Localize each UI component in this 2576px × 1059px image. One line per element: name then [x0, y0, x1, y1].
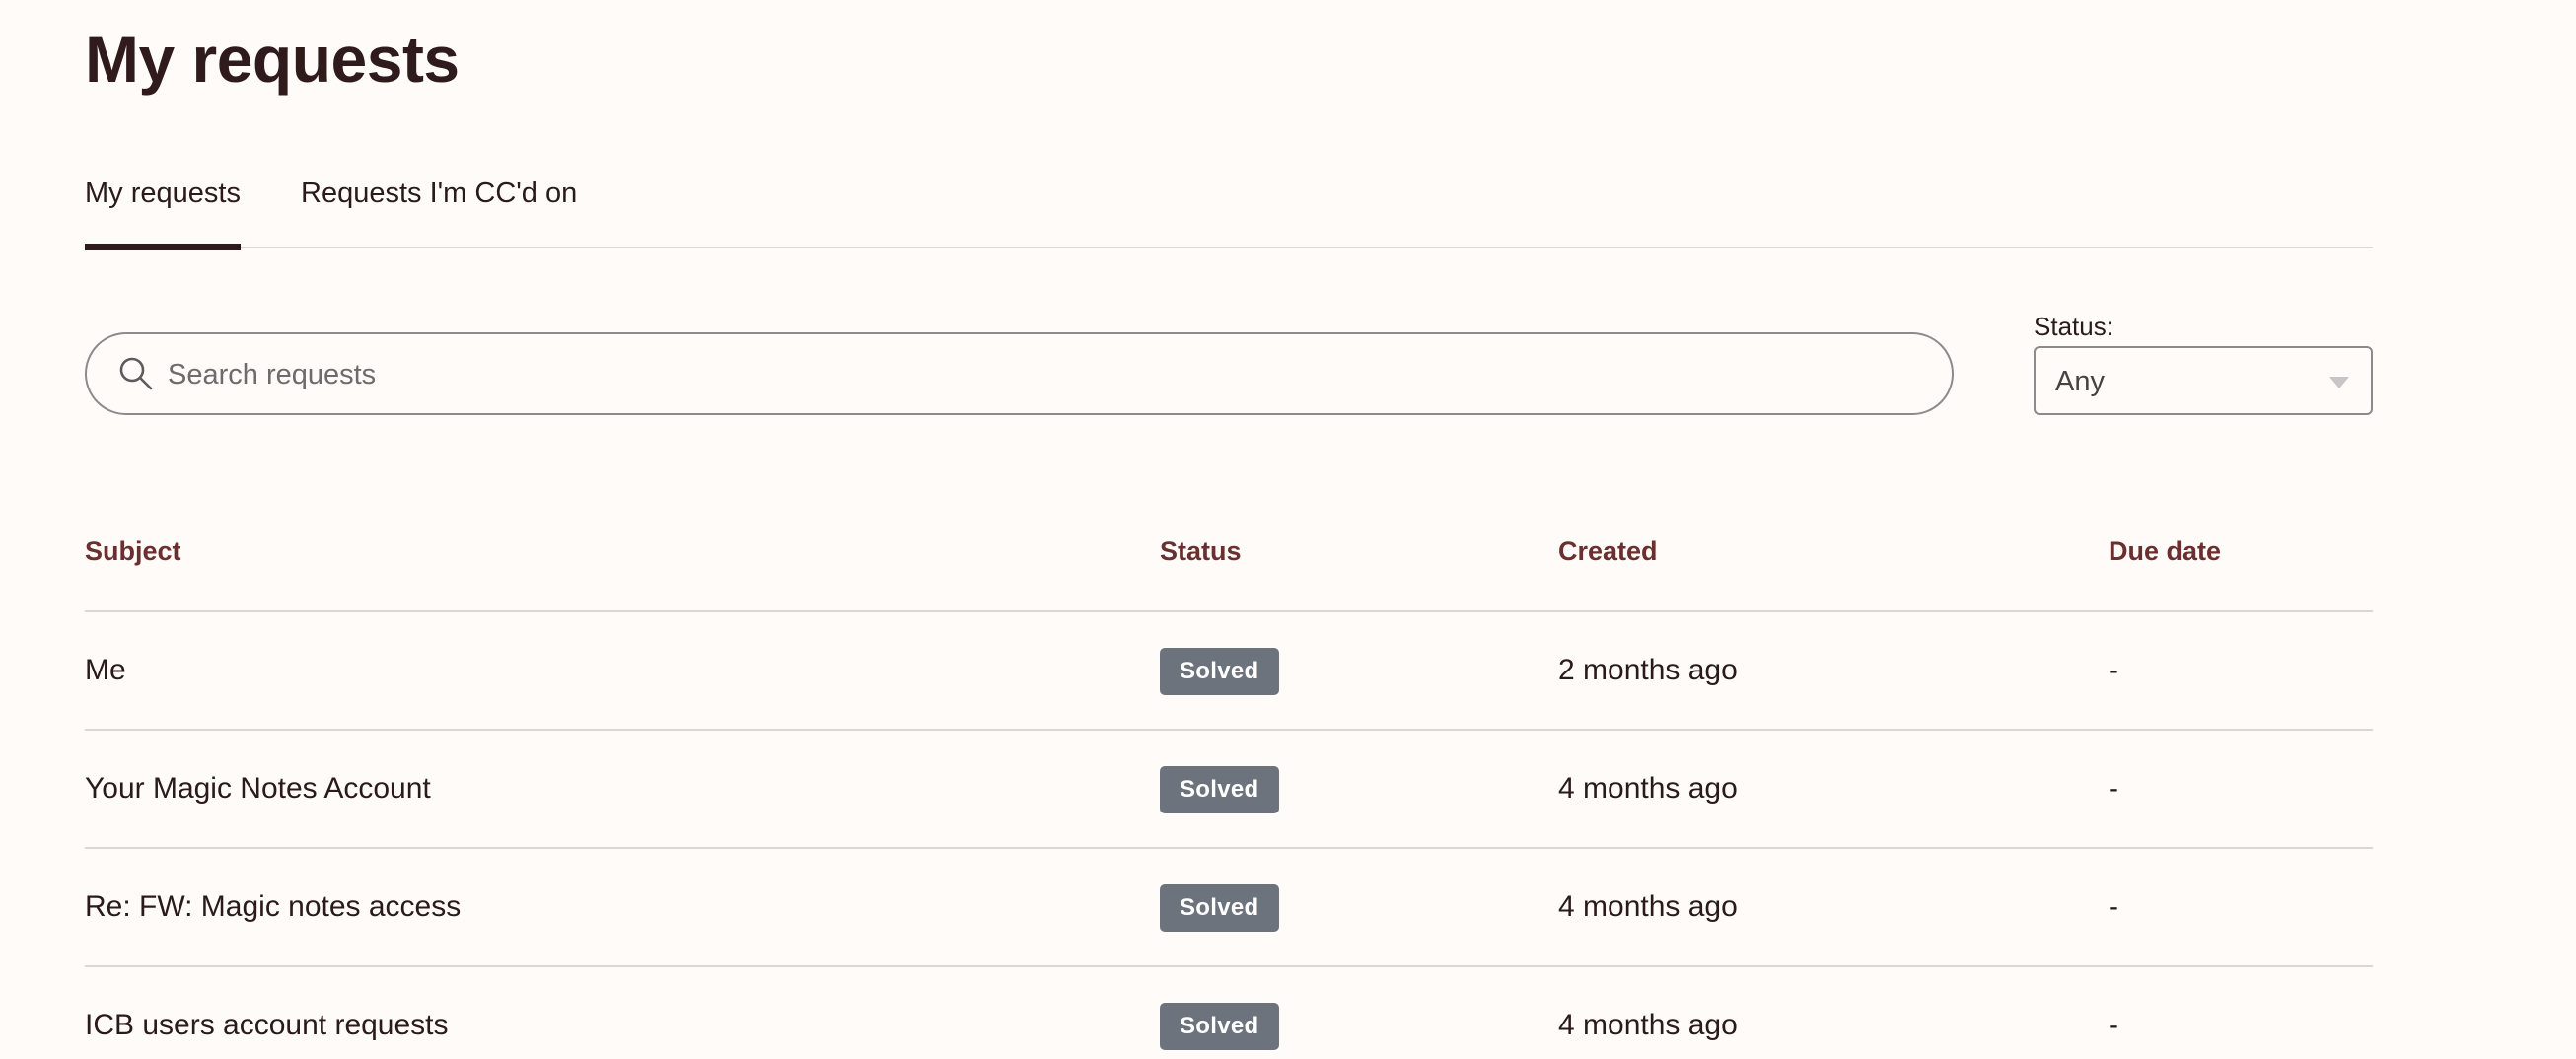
status-filter-label: Status:: [2034, 312, 2113, 341]
table-row: ICB users account requests Solved 4 mont…: [85, 967, 2373, 1059]
request-tabs: My requests Requests I'm CC'd on: [85, 158, 2373, 250]
table-row: Me Solved 2 months ago -: [85, 612, 2373, 731]
status-filter-value: Any: [2055, 366, 2105, 397]
status-badge: Solved: [1160, 1003, 1279, 1050]
requests-page: My requests My requests Requests I'm CC'…: [0, 0, 2576, 1059]
created-date: 4 months ago: [1558, 1009, 1738, 1041]
table-header: Subject Status Created Due date: [85, 513, 2373, 612]
table-row: Re: FW: Magic notes access Solved 4 mont…: [85, 849, 2373, 967]
request-subject-link[interactable]: ICB users account requests: [85, 1009, 449, 1042]
header-subject[interactable]: Subject: [85, 536, 181, 567]
header-status[interactable]: Status: [1160, 536, 1242, 567]
due-date: -: [2109, 890, 2118, 923]
request-subject-link[interactable]: Your Magic Notes Account: [85, 772, 431, 806]
search-box[interactable]: [85, 332, 1954, 415]
status-badge: Solved: [1160, 884, 1279, 932]
request-subject-link[interactable]: Re: FW: Magic notes access: [85, 890, 461, 924]
header-created[interactable]: Created: [1558, 536, 1658, 567]
due-date: -: [2109, 772, 2118, 805]
status-badge: Solved: [1160, 648, 1279, 695]
tab-requests-cc[interactable]: Requests I'm CC'd on: [301, 158, 577, 248]
requests-table: Subject Status Created Due date Me Solve…: [85, 513, 2373, 1059]
status-filter-select[interactable]: Any: [2034, 346, 2373, 415]
created-date: 4 months ago: [1558, 772, 1738, 805]
page-title: My requests: [85, 23, 460, 96]
status-badge: Solved: [1160, 766, 1279, 813]
header-due-date[interactable]: Due date: [2109, 536, 2221, 567]
due-date: -: [2109, 1009, 2118, 1041]
chevron-down-icon: [2329, 377, 2349, 388]
request-subject-link[interactable]: Me: [85, 654, 126, 687]
created-date: 2 months ago: [1558, 654, 1738, 686]
tab-my-requests[interactable]: My requests: [85, 158, 241, 250]
search-icon: [119, 357, 153, 390]
created-date: 4 months ago: [1558, 890, 1738, 923]
search-input[interactable]: [166, 342, 1925, 407]
table-row: Your Magic Notes Account Solved 4 months…: [85, 731, 2373, 849]
due-date: -: [2109, 654, 2118, 686]
